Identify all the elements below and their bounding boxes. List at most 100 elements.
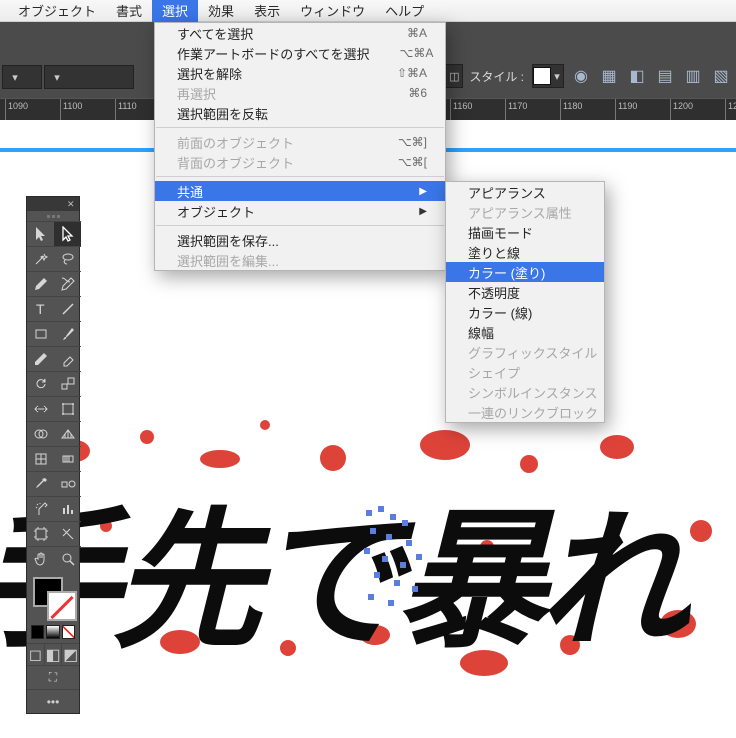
- menu-separator: [156, 127, 444, 128]
- doc-setup-icon[interactable]: ◉: [570, 65, 592, 87]
- edit-toolbar-button[interactable]: •••: [27, 689, 79, 713]
- draw-normal-icon[interactable]: ◻: [27, 643, 44, 665]
- menu-object[interactable]: オブジェクト: [8, 0, 106, 22]
- menu-type[interactable]: 書式: [106, 0, 152, 22]
- tool-line[interactable]: [54, 296, 81, 321]
- color-mode-none[interactable]: [62, 625, 75, 639]
- tool-type[interactable]: T: [27, 296, 54, 321]
- submenu-fill-stroke[interactable]: 塗りと線: [446, 242, 604, 262]
- submenu-appearance[interactable]: アピアランス: [446, 182, 604, 202]
- align-icon-2[interactable]: ◧: [626, 65, 648, 87]
- submenu-shape: シェイプ: [446, 362, 604, 382]
- tool-hand[interactable]: [27, 546, 54, 571]
- tool-eyedropper[interactable]: [27, 471, 54, 496]
- tool-rectangle[interactable]: [27, 321, 54, 346]
- isolate-icon[interactable]: ▥: [682, 65, 704, 87]
- submenu-opacity[interactable]: 不透明度: [446, 282, 604, 302]
- menu-shortcut: ⌘A: [407, 26, 427, 40]
- draw-behind-icon[interactable]: ◧: [44, 643, 62, 665]
- menu-item-inverse[interactable]: 選択範囲を反転: [155, 103, 445, 123]
- menu-shortcut: ⌥⌘[: [398, 155, 427, 169]
- menu-item-label: グラフィックスタイル: [468, 343, 597, 362]
- tool-mesh[interactable]: [27, 446, 54, 471]
- opt-flip-icon[interactable]: ◫: [445, 64, 463, 88]
- submenu-appearance-attr: アピアランス属性: [446, 202, 604, 222]
- menu-select[interactable]: 選択: [152, 0, 198, 22]
- opt-dropdown-left[interactable]: ▾: [2, 65, 42, 89]
- menu-item-object-submenu[interactable]: オブジェクト▶: [155, 201, 445, 221]
- menu-window[interactable]: ウィンドウ: [290, 0, 375, 22]
- menu-item-deselect[interactable]: 選択を解除 ⇧⌘A: [155, 63, 445, 83]
- fill-stroke-indicator[interactable]: [27, 571, 79, 623]
- opt-dropdown-mid[interactable]: ▾: [44, 65, 134, 89]
- tool-direct-selection[interactable]: [54, 221, 81, 246]
- tool-curvature[interactable]: [54, 271, 81, 296]
- tool-eraser[interactable]: [54, 346, 81, 371]
- tool-shape-builder[interactable]: [27, 421, 54, 446]
- style-label: スタイル :: [469, 68, 524, 85]
- tools-panel: ✕ T ◻: [26, 196, 80, 714]
- menu-item-reselect: 再選択⌘6: [155, 83, 445, 103]
- tools-header[interactable]: ✕: [27, 197, 79, 211]
- color-mode-solid[interactable]: [31, 625, 44, 639]
- menu-item-edit-selection: 選択範囲を編集...: [155, 250, 445, 270]
- menu-shortcut: ⇧⌘A: [397, 66, 427, 80]
- tool-lasso[interactable]: [54, 246, 81, 271]
- ruler-tick: 1180: [560, 99, 582, 120]
- menu-item-select-artboard-all[interactable]: 作業アートボードのすべてを選択⌥⌘A: [155, 43, 445, 63]
- tool-zoom[interactable]: [54, 546, 81, 571]
- tool-magic-wand[interactable]: [27, 246, 54, 271]
- transform-icon[interactable]: ▤: [654, 65, 676, 87]
- submenu-arrow-icon: ▶: [419, 186, 427, 197]
- submenu-stroke-color[interactable]: カラー (線): [446, 302, 604, 322]
- menu-item-label: 共通: [177, 182, 203, 201]
- ruler-tick: 1190: [615, 99, 637, 120]
- menu-view[interactable]: 表示: [244, 0, 290, 22]
- menu-item-label: 選択範囲を保存...: [177, 231, 279, 250]
- screen-mode-button[interactable]: ⛶: [27, 665, 79, 689]
- submenu-stroke-weight[interactable]: 線幅: [446, 322, 604, 342]
- common-submenu: アピアランス アピアランス属性 描画モード 塗りと線 カラー (塗り) 不透明度…: [445, 181, 605, 423]
- tool-perspective[interactable]: [54, 421, 81, 446]
- tool-column-graph[interactable]: [54, 496, 81, 521]
- menu-item-back-object: 背面のオブジェクト⌥⌘[: [155, 152, 445, 172]
- menu-shortcut: ⌥⌘]: [398, 135, 427, 149]
- tool-scale[interactable]: [54, 371, 81, 396]
- tool-slice[interactable]: [54, 521, 81, 546]
- menu-item-label: 再選択: [177, 84, 216, 103]
- submenu-blend-mode[interactable]: 描画モード: [446, 222, 604, 242]
- svg-text:T: T: [36, 301, 45, 317]
- tool-symbol-sprayer[interactable]: [27, 496, 54, 521]
- submenu-fill-color[interactable]: カラー (塗り): [446, 262, 604, 282]
- tool-selection[interactable]: [27, 221, 54, 246]
- stroke-color-box[interactable]: [47, 591, 77, 621]
- tool-gradient[interactable]: [54, 446, 81, 471]
- tool-width[interactable]: [27, 396, 54, 421]
- menu-help[interactable]: ヘルプ: [375, 0, 434, 22]
- panel-grip[interactable]: [27, 211, 79, 221]
- tool-rotate[interactable]: [27, 371, 54, 396]
- draw-inside-icon[interactable]: ◩: [61, 643, 79, 665]
- menu-effect[interactable]: 効果: [198, 0, 244, 22]
- tool-free-transform[interactable]: [54, 396, 81, 421]
- tool-paintbrush[interactable]: [54, 321, 81, 346]
- menu-item-label: 一連のリンクブロック: [468, 403, 598, 422]
- close-icon[interactable]: ✕: [67, 200, 75, 208]
- menu-item-select-all[interactable]: すべてを選択⌘A: [155, 23, 445, 43]
- pref-icon[interactable]: ▧: [710, 65, 732, 87]
- tool-pen[interactable]: [27, 271, 54, 296]
- tool-artboard[interactable]: [27, 521, 54, 546]
- menu-item-save-selection[interactable]: 選択範囲を保存...: [155, 230, 445, 250]
- color-mode-gradient[interactable]: [46, 625, 59, 639]
- align-icon-1[interactable]: ▦: [598, 65, 620, 87]
- submenu-graphic-style: グラフィックスタイル: [446, 342, 604, 362]
- tool-shaper[interactable]: [27, 346, 54, 371]
- menu-item-label: オブジェクト: [177, 202, 255, 221]
- tool-blend[interactable]: [54, 471, 81, 496]
- menu-item-label: 選択を解除: [177, 64, 242, 83]
- menu-item-label: 選択範囲を編集...: [177, 251, 279, 270]
- submenu-symbol-instance: シンボルインスタンス: [446, 382, 604, 402]
- menu-item-common[interactable]: 共通 ▶: [155, 181, 445, 201]
- style-swatch-dropdown[interactable]: ▾: [532, 64, 564, 88]
- select-dropdown-menu: すべてを選択⌘A 作業アートボードのすべてを選択⌥⌘A 選択を解除 ⇧⌘A 再選択…: [154, 22, 446, 271]
